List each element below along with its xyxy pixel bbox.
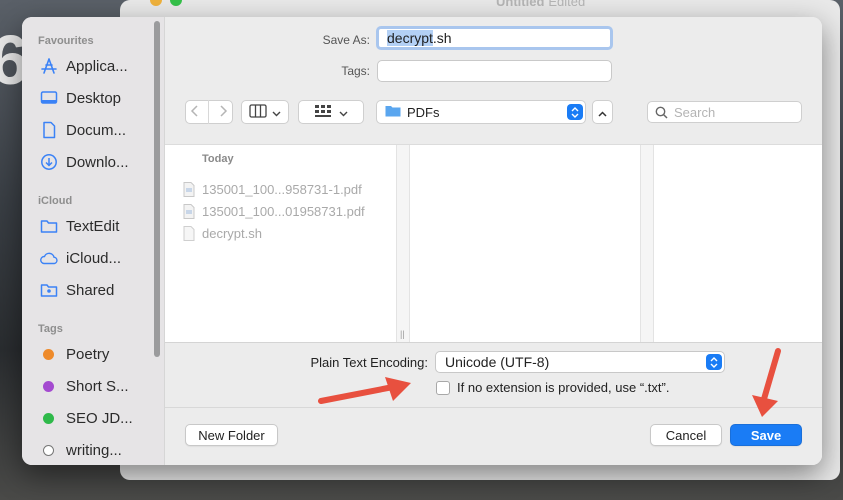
- sidebar-item-label: Shared: [66, 281, 115, 299]
- sidebar-item-label: Poetry: [66, 345, 110, 363]
- cloud-icon: [38, 248, 60, 268]
- group-header-today: Today: [202, 153, 234, 165]
- file-name: decrypt.sh: [202, 225, 262, 241]
- file-row[interactable]: 135001_100...01958731.pdf: [183, 201, 365, 221]
- view-mode-button[interactable]: [241, 100, 289, 124]
- toolbar-divider: [208, 100, 210, 124]
- group-button[interactable]: [298, 100, 364, 124]
- file-row[interactable]: decrypt.sh: [183, 223, 262, 243]
- sidebar-item-downloads[interactable]: Downlo...: [38, 150, 148, 174]
- resize-handle-icon: ||: [400, 329, 405, 339]
- divider: [165, 407, 822, 408]
- file-row[interactable]: 135001_100...958731-1.pdf: [183, 179, 362, 199]
- sidebar-section-icloud: iCloud: [38, 195, 73, 207]
- save-dialog: Favourites Applica... Desktop Docum... D…: [22, 17, 822, 465]
- sidebar-item-shared[interactable]: Shared: [38, 278, 148, 302]
- annotation-arrow-save: [752, 348, 781, 417]
- main-panel: Save As: decrypt.sh Tags: PDFs Search To…: [165, 17, 822, 465]
- header-area: Save As: decrypt.sh Tags: PDFs Search: [165, 17, 822, 144]
- chevron-up-icon: [598, 105, 607, 120]
- search-field[interactable]: Search: [647, 101, 802, 123]
- column-divider[interactable]: ||: [396, 145, 410, 343]
- sidebar-tag-writing[interactable]: writing...: [38, 438, 148, 462]
- save-as-field[interactable]: decrypt.sh: [376, 26, 613, 50]
- sidebar-item-icloud-drive[interactable]: iCloud...: [38, 246, 148, 270]
- chevron-down-icon: [339, 105, 348, 120]
- sidebar-item-textedit[interactable]: TextEdit: [38, 214, 148, 238]
- extension-checkbox[interactable]: [436, 381, 450, 395]
- search-icon: [655, 106, 668, 119]
- sidebar-tag-poetry[interactable]: Poetry: [38, 342, 148, 366]
- sidebar-item-documents[interactable]: Docum...: [38, 118, 148, 142]
- annotation-arrow-checkbox: [318, 377, 411, 404]
- grid-icon: [314, 104, 332, 121]
- encoding-value: Unicode (UTF-8): [445, 354, 550, 370]
- search-placeholder: Search: [674, 104, 716, 120]
- pdf-file-icon: [183, 181, 195, 197]
- folder-icon: [38, 216, 60, 236]
- document-icon: [38, 120, 60, 140]
- sidebar-item-label: Downlo...: [66, 153, 129, 171]
- forward-icon[interactable]: [218, 104, 228, 120]
- sidebar-item-label: writing...: [66, 441, 122, 459]
- sidebar-item-desktop[interactable]: Desktop: [38, 86, 148, 110]
- folder-icon: [385, 104, 401, 120]
- extension-checkbox-label: If no extension is provided, use “.txt”.: [457, 380, 670, 395]
- file-name: 135001_100...958731-1.pdf: [202, 181, 362, 197]
- file-icon: [183, 225, 195, 241]
- applications-icon: [38, 56, 60, 76]
- back-forward-buttons: [185, 100, 233, 124]
- tags-field[interactable]: [377, 60, 612, 82]
- sidebar-item-label: Desktop: [66, 89, 122, 107]
- column-divider[interactable]: [640, 145, 654, 343]
- zoom-dot[interactable]: [170, 0, 182, 6]
- new-folder-button[interactable]: New Folder: [185, 424, 278, 446]
- pdf-file-icon: [183, 203, 195, 219]
- sidebar-item-label: SEO JD...: [66, 409, 133, 427]
- expand-collapse-button[interactable]: [592, 100, 613, 124]
- location-stepper-icon: [567, 104, 583, 120]
- encoding-select[interactable]: Unicode (UTF-8): [435, 351, 725, 373]
- sidebar-tag-short-stories[interactable]: Short S...: [38, 374, 148, 398]
- location-popup[interactable]: PDFs: [376, 100, 586, 124]
- sidebar-item-label: Applica...: [66, 57, 128, 75]
- shared-folder-icon: [38, 280, 60, 300]
- sidebar-item-label: Short S...: [66, 377, 129, 395]
- options-area: Plain Text Encoding: Unicode (UTF-8) If …: [165, 342, 822, 465]
- tag-color-dot: [43, 380, 54, 392]
- chevron-down-icon: [272, 105, 281, 120]
- download-icon: [38, 152, 60, 172]
- sidebar-scrollbar[interactable]: [154, 21, 160, 357]
- file-browser: Today 135001_100...958731-1.pdf 135001_1…: [165, 144, 822, 343]
- filename-selected-text: decrypt: [387, 30, 433, 46]
- encoding-label: Plain Text Encoding:: [310, 355, 428, 370]
- tags-label: Tags:: [341, 64, 370, 78]
- tag-color-dot: [43, 444, 54, 456]
- desktop-icon: [38, 88, 60, 108]
- save-as-label: Save As:: [322, 33, 370, 47]
- minimize-dot[interactable]: [150, 0, 162, 6]
- sidebar-section-tags: Tags: [38, 323, 63, 335]
- sidebar-item-applications[interactable]: Applica...: [38, 54, 148, 78]
- file-name: 135001_100...01958731.pdf: [202, 203, 365, 219]
- columns-view-icon: [249, 103, 267, 121]
- cancel-button[interactable]: Cancel: [650, 424, 722, 446]
- encoding-stepper-icon: [706, 354, 722, 370]
- save-button[interactable]: Save: [730, 424, 802, 446]
- sidebar-item-label: iCloud...: [66, 249, 122, 267]
- background-window-title: Untitled Edited: [496, 0, 586, 9]
- tag-color-dot: [43, 412, 54, 424]
- sidebar-tag-seo[interactable]: SEO JD...: [38, 406, 148, 430]
- sidebar-section-favourites: Favourites: [38, 35, 94, 47]
- sidebar: Favourites Applica... Desktop Docum... D…: [22, 17, 165, 465]
- back-icon[interactable]: [190, 104, 200, 120]
- sidebar-item-label: TextEdit: [66, 217, 120, 235]
- tag-color-dot: [43, 348, 54, 360]
- sidebar-item-label: Docum...: [66, 121, 127, 139]
- filename-extension-text: .sh: [432, 30, 452, 46]
- location-label: PDFs: [407, 104, 440, 120]
